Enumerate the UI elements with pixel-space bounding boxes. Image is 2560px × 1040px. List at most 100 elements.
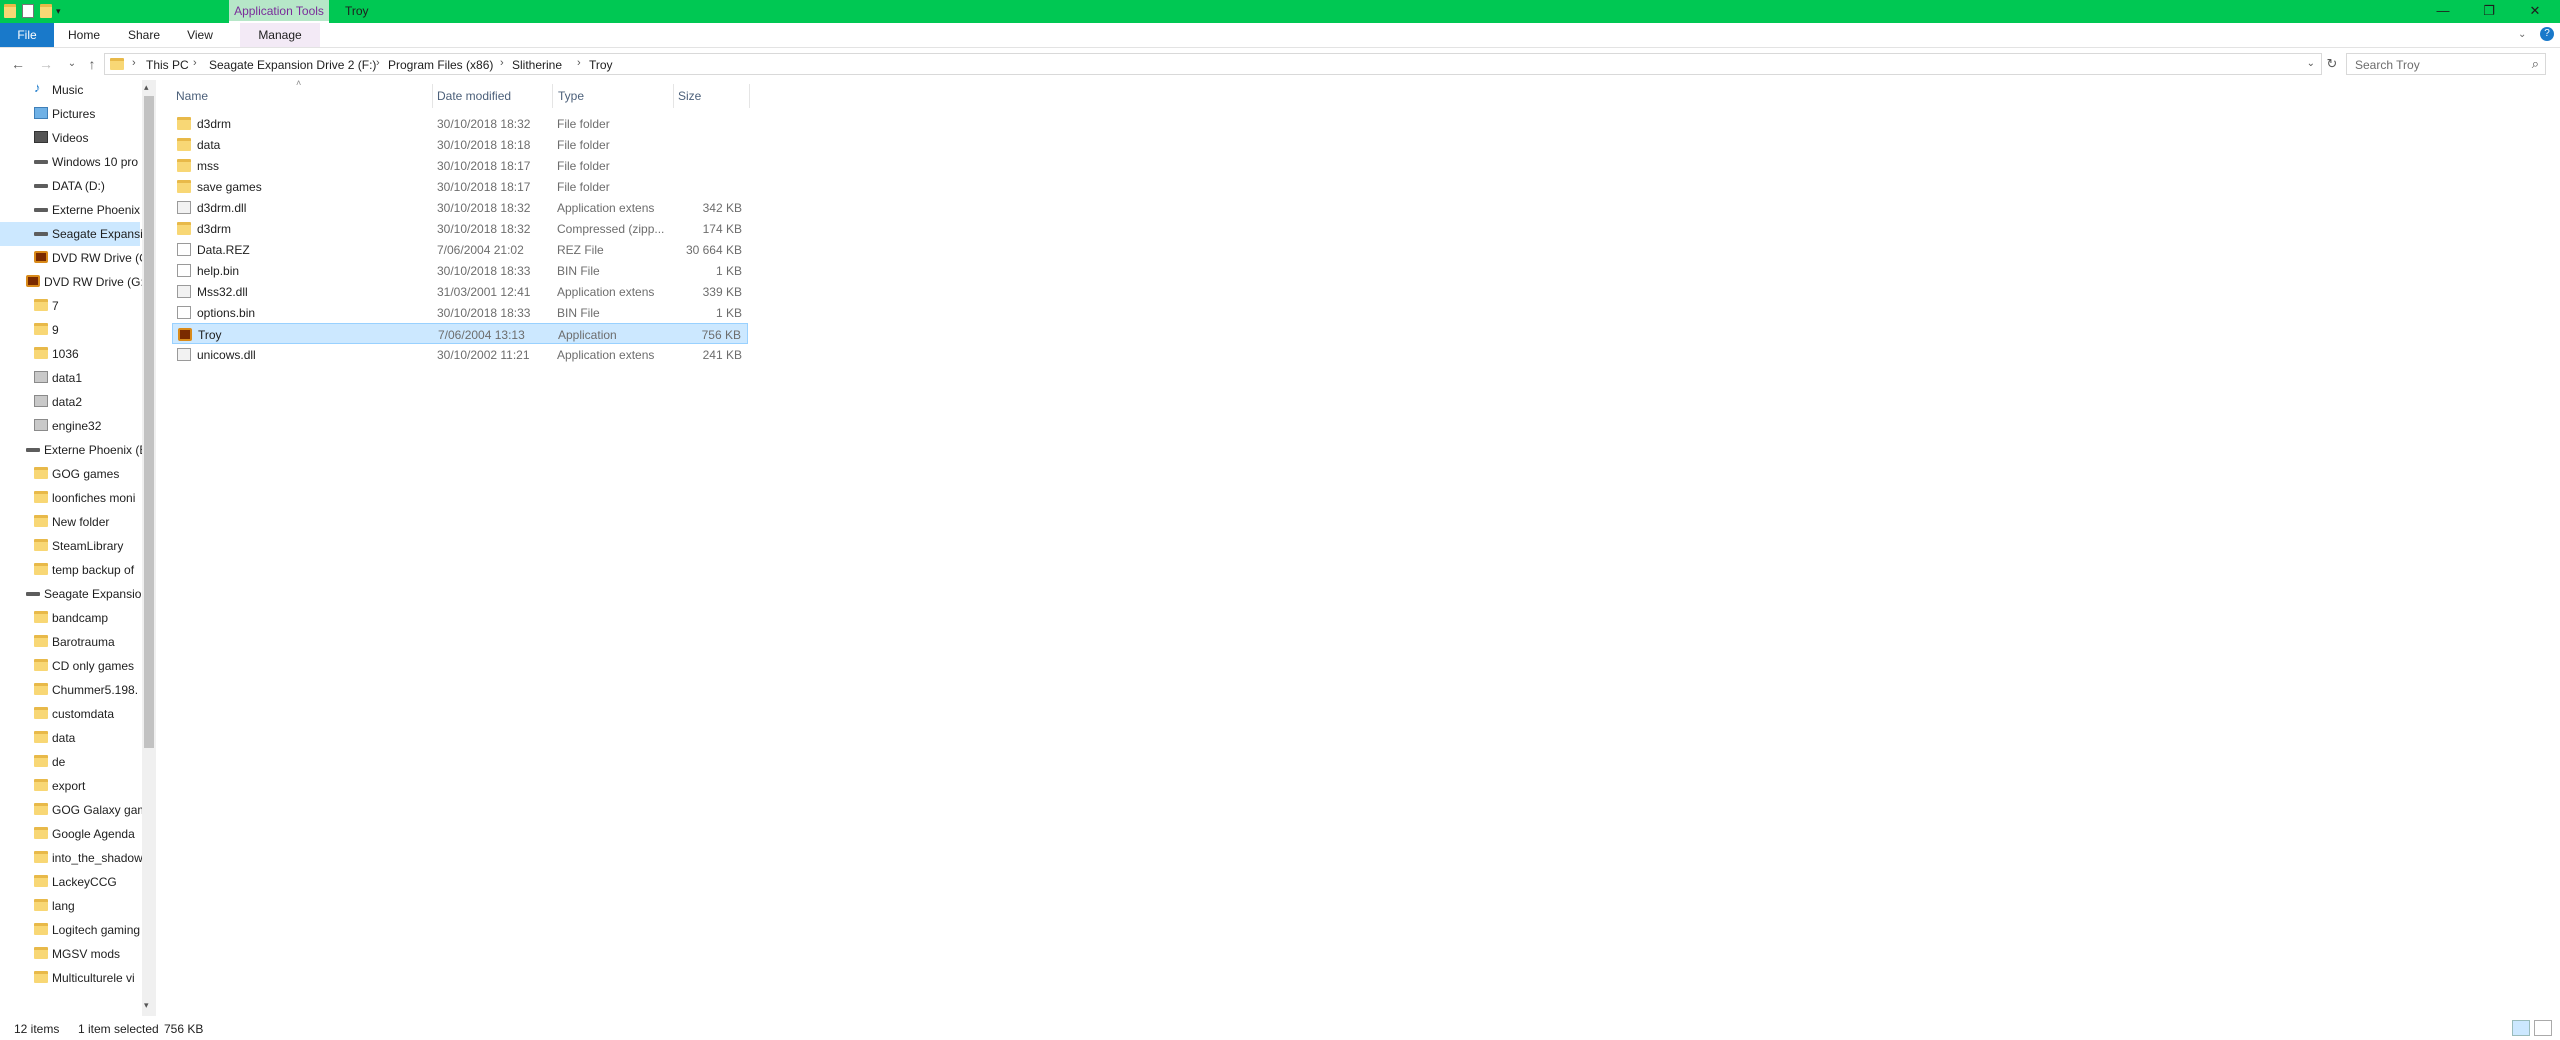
search-icon[interactable]: ⌕ <box>2532 56 2539 72</box>
nav-item[interactable]: GOG Galaxy gam <box>0 798 147 822</box>
file-row[interactable]: Data.REZ 7/06/2004 21:02 REZ File 30 664 KB <box>172 239 748 260</box>
nav-item[interactable]: Multiculturele vi <box>0 966 140 990</box>
breadcrumb-slitherine[interactable]: Slitherine <box>512 58 562 72</box>
column-date-modified[interactable]: Date modified <box>437 89 511 103</box>
nav-item[interactable]: Seagate Expansi <box>0 222 143 246</box>
nav-item[interactable]: data2 <box>0 390 140 414</box>
nav-item[interactable]: into_the_shadow <box>0 846 143 870</box>
file-name: unicows.dll <box>197 348 256 362</box>
nav-item[interactable]: LackeyCCG <box>0 870 140 894</box>
file-row[interactable]: options.bin 30/10/2018 18:33 BIN File 1 KB <box>172 302 748 323</box>
file-name: options.bin <box>197 306 256 320</box>
nav-item[interactable]: GOG games <box>0 462 140 486</box>
nav-item[interactable]: de <box>0 750 140 774</box>
file-row[interactable]: d3drm.dll 30/10/2018 18:32 Application ext… <box>172 197 748 218</box>
nav-item[interactable]: CD only games <box>0 654 140 678</box>
breadcrumb-this-pc[interactable]: This PC <box>146 58 189 72</box>
nav-item[interactable]: Externe Phoenix (E <box>0 438 147 462</box>
chevron-right-icon[interactable]: › <box>376 57 380 69</box>
help-icon[interactable]: ? <box>2540 27 2554 41</box>
file-row[interactable]: d3drm 30/10/2018 18:32 File folder <box>172 113 748 134</box>
close-button[interactable]: ✕ <box>2512 0 2558 23</box>
file-date-modified: 30/10/2018 18:32 <box>437 117 531 131</box>
file-type: BIN File <box>557 306 600 320</box>
breadcrumb-drive[interactable]: Seagate Expansion Drive 2 (F:) <box>209 58 376 72</box>
nav-item[interactable]: Chummer5.198. <box>0 678 140 702</box>
chevron-right-icon[interactable]: › <box>193 57 197 69</box>
nav-item[interactable]: data1 <box>0 366 140 390</box>
nav-item[interactable]: Barotrauma <box>0 630 140 654</box>
nav-item[interactable]: export <box>0 774 140 798</box>
tab-view[interactable]: View <box>180 23 220 47</box>
recent-locations-icon[interactable]: ⌄ <box>62 54 82 74</box>
new-folder-icon[interactable] <box>40 4 52 18</box>
nav-item[interactable]: 9 <box>0 318 140 342</box>
nav-item[interactable]: Pictures <box>0 102 140 126</box>
address-bar[interactable]: › This PC › Seagate Expansion Drive 2 (F… <box>104 53 2322 75</box>
details-view-icon[interactable] <box>2512 1020 2530 1036</box>
breadcrumb-program-files[interactable]: Program Files (x86) <box>388 58 493 72</box>
customize-quick-access-icon[interactable]: ▾ <box>56 4 66 18</box>
restore-button[interactable]: ❐ <box>2466 0 2512 23</box>
expand-ribbon-icon[interactable]: ⌄ <box>2518 29 2526 40</box>
nav-item[interactable]: Externe Phoenix <box>0 198 140 222</box>
file-row[interactable]: save games 30/10/2018 18:17 File folder <box>172 176 748 197</box>
nav-item[interactable]: lang <box>0 894 140 918</box>
column-divider[interactable] <box>432 84 433 108</box>
file-row[interactable]: help.bin 30/10/2018 18:33 BIN File 1 KB <box>172 260 748 281</box>
nav-item[interactable]: customdata <box>0 702 140 726</box>
nav-item[interactable]: MGSV mods <box>0 942 140 966</box>
refresh-icon[interactable]: ↻ <box>2322 54 2342 74</box>
nav-item[interactable]: Seagate Expansion <box>0 582 148 606</box>
nav-item[interactable]: Videos <box>0 126 140 150</box>
back-button[interactable]: ← <box>8 54 28 74</box>
file-row[interactable]: Mss32.dll 31/03/2001 12:41 Application ext… <box>172 281 748 302</box>
file-row[interactable]: Troy 7/06/2004 13:13 Application 756 KB <box>172 323 748 344</box>
nav-item[interactable]: ♪ Music <box>0 80 140 102</box>
search-input[interactable]: Search Troy <box>2355 58 2420 72</box>
forward-button[interactable]: → <box>36 54 56 74</box>
nav-item[interactable]: Windows 10 pro <box>0 150 140 174</box>
scroll-up-icon[interactable]: ▴ <box>144 82 149 93</box>
nav-item[interactable]: bandcamp <box>0 606 140 630</box>
address-dropdown-icon[interactable]: ⌄ <box>2307 58 2315 69</box>
search-box[interactable]: Search Troy ⌕ <box>2346 53 2546 75</box>
column-divider[interactable] <box>749 84 750 108</box>
nav-item[interactable]: SteamLibrary <box>0 534 140 558</box>
minimize-button[interactable]: — <box>2420 0 2466 23</box>
nav-scrollbar-thumb[interactable] <box>144 96 154 748</box>
scroll-down-icon[interactable]: ▾ <box>144 1000 149 1011</box>
column-divider[interactable] <box>552 84 553 108</box>
column-name[interactable]: Name <box>176 89 208 103</box>
column-size[interactable]: Size <box>678 89 701 103</box>
nav-item-label: Windows 10 pro <box>52 155 139 169</box>
file-row[interactable]: mss 30/10/2018 18:17 File folder <box>172 155 748 176</box>
nav-item[interactable]: DVD RW Drive (G:) <box>0 270 148 294</box>
large-icons-view-icon[interactable] <box>2534 1020 2552 1036</box>
chevron-right-icon[interactable]: › <box>500 57 504 69</box>
file-row[interactable]: data 30/10/2018 18:18 File folder <box>172 134 748 155</box>
properties-icon[interactable] <box>22 4 34 18</box>
tab-file[interactable]: File <box>0 23 54 47</box>
nav-item[interactable]: DVD RW Drive (G <box>0 246 148 270</box>
column-type[interactable]: Type <box>558 89 584 103</box>
breadcrumb-troy[interactable]: Troy <box>589 58 613 72</box>
file-row[interactable]: unicows.dll 30/10/2002 11:21 Application e… <box>172 344 748 365</box>
nav-item[interactable]: Logitech gaming <box>0 918 140 942</box>
nav-item[interactable]: New folder <box>0 510 140 534</box>
nav-item[interactable]: temp backup of <box>0 558 140 582</box>
up-button[interactable]: ↑ <box>82 54 102 74</box>
file-row[interactable]: d3drm 30/10/2018 18:32 Compressed (zipp...… <box>172 218 748 239</box>
nav-item[interactable]: loonfiches moni <box>0 486 140 510</box>
nav-item[interactable]: DATA (D:) <box>0 174 140 198</box>
nav-item[interactable]: 1036 <box>0 342 140 366</box>
nav-item[interactable]: Google Agenda <box>0 822 140 846</box>
nav-item[interactable]: data <box>0 726 140 750</box>
tab-home[interactable]: Home <box>64 23 104 47</box>
column-divider[interactable] <box>673 84 674 108</box>
nav-item[interactable]: 7 <box>0 294 140 318</box>
tab-share[interactable]: Share <box>124 23 164 47</box>
chevron-right-icon[interactable]: › <box>577 57 581 69</box>
nav-item[interactable]: engine32 <box>0 414 140 438</box>
tab-manage[interactable]: Manage <box>240 23 320 47</box>
